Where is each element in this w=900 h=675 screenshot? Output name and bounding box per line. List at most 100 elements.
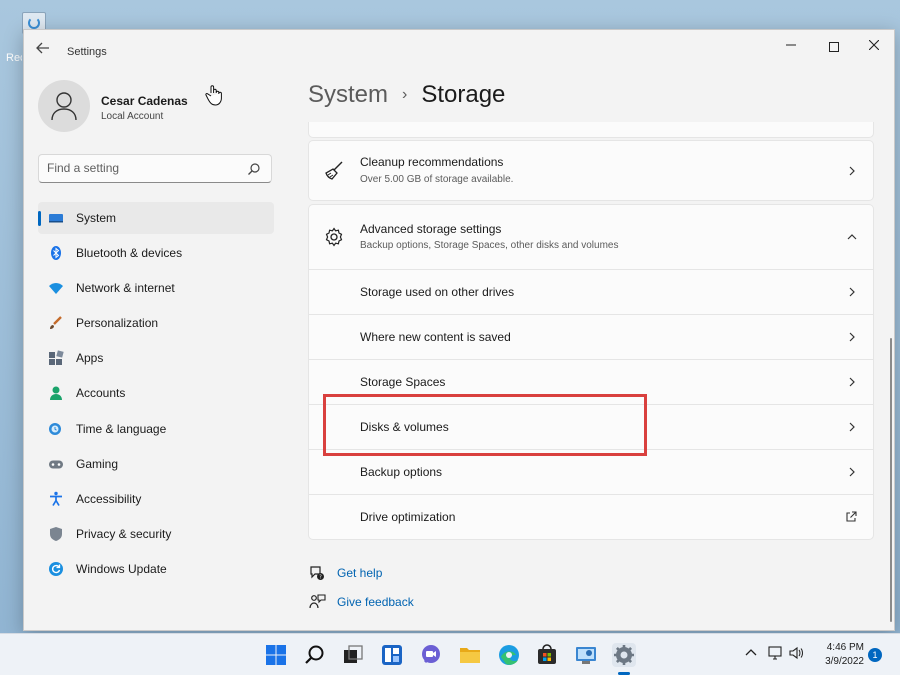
globe-clock-icon [49, 422, 61, 435]
sidebar-item-privacy[interactable]: Privacy & security [38, 518, 274, 550]
settings-window: Settings Cesar Cadenas Local Account Fin… [23, 29, 895, 631]
row-drive-optimization[interactable]: Drive optimization [308, 495, 874, 540]
monitor-icon [49, 214, 63, 223]
sidebar-item-label: Windows Update [76, 561, 167, 576]
row-label: Where new content is saved [360, 330, 511, 344]
cleanup-recommendations-card[interactable]: Cleanup recommendations Over 5.00 GB of … [308, 140, 874, 201]
network-icon[interactable] [768, 646, 782, 660]
sidebar-item-windows-update[interactable]: Windows Update [38, 553, 274, 585]
person-icon [50, 386, 62, 401]
title-bar: Settings [24, 30, 894, 62]
maximize-button[interactable] [820, 36, 848, 56]
recycle-bin-label: Rec [6, 52, 22, 64]
sidebar-item-accounts[interactable]: Accounts [38, 377, 274, 409]
task-view-icon[interactable] [341, 643, 365, 667]
chevron-right-icon [849, 422, 855, 432]
row-label: Backup options [360, 465, 443, 479]
get-help-text[interactable]: Get help [337, 566, 382, 580]
bluetooth-icon [51, 246, 61, 261]
chevron-right-icon [849, 166, 855, 176]
sidebar-item-personalization[interactable]: Personalization [38, 307, 274, 339]
row-backup-options[interactable]: Backup options [308, 450, 874, 495]
sidebar-item-label: Bluetooth & devices [76, 246, 183, 261]
hand-cursor-icon [205, 85, 222, 106]
start-icon[interactable] [264, 643, 288, 667]
profile-account-type: Local Account [101, 111, 164, 122]
advanced-storage-settings-card[interactable]: Advanced storage settings Backup options… [308, 204, 874, 270]
file-explorer-icon[interactable] [458, 643, 482, 667]
advanced-title: Advanced storage settings [360, 222, 502, 236]
breadcrumb: System › Storage [308, 81, 505, 109]
edge-icon[interactable] [497, 643, 521, 667]
profile-name: Cesar Cadenas [101, 94, 188, 108]
wifi-icon [49, 283, 63, 295]
sidebar-nav: System Bluetooth & devices Network & int… [38, 202, 274, 588]
breadcrumb-parent[interactable]: System [308, 81, 388, 108]
clock-time: 4:46 PM [826, 642, 864, 653]
search-input[interactable] [47, 161, 237, 175]
sidebar-item-bluetooth[interactable]: Bluetooth & devices [38, 237, 274, 269]
brush-icon [50, 316, 62, 330]
clock-date: 3/9/2022 [825, 656, 864, 667]
settings-icon[interactable] [612, 643, 636, 667]
sidebar-item-time-language[interactable]: Time & language [38, 413, 274, 445]
update-icon [49, 561, 63, 576]
accessibility-icon [50, 491, 62, 506]
back-button[interactable] [36, 42, 52, 56]
highlight-box-disks-volumes [323, 394, 647, 456]
search-icon[interactable] [303, 643, 327, 667]
row-label: Storage Spaces [360, 375, 446, 389]
maximize-icon [829, 41, 839, 52]
sidebar-item-gaming[interactable]: Gaming [38, 448, 274, 480]
widgets-icon[interactable] [380, 643, 404, 667]
back-arrow-icon [36, 42, 49, 54]
sidebar-item-label: Apps [76, 351, 104, 366]
row-label: Storage used on other drives [360, 285, 515, 299]
taskbar: 4:46 PM 3/9/2022 1 [0, 633, 900, 675]
row-storage-other-drives[interactable]: Storage used on other drives [308, 270, 874, 315]
clock[interactable]: 4:46 PM 3/9/2022 [812, 641, 864, 669]
gamepad-icon [49, 460, 63, 469]
chevron-right-icon [849, 377, 855, 387]
search-icon[interactable] [247, 162, 261, 176]
notification-badge[interactable]: 1 [868, 648, 882, 662]
row-where-new-content-saved[interactable]: Where new content is saved [308, 315, 874, 360]
sidebar-item-label: Accounts [76, 386, 126, 401]
close-button[interactable] [860, 36, 888, 56]
settings-search[interactable] [38, 154, 272, 183]
sidebar-item-label: Personalization [76, 316, 159, 331]
sidebar-item-label: Gaming [76, 456, 119, 471]
row-label: Drive optimization [360, 510, 456, 524]
sidebar-item-network[interactable]: Network & internet [38, 272, 274, 304]
scrollbar[interactable] [890, 338, 892, 622]
svg-text:?: ? [319, 575, 322, 581]
chevron-up-icon [847, 234, 857, 240]
feedback-icon [309, 594, 326, 609]
broom-icon [325, 161, 343, 180]
sidebar-item-system[interactable]: System [38, 202, 274, 234]
previous-setting-card[interactable] [308, 122, 874, 138]
volume-icon[interactable] [789, 646, 803, 660]
chevron-right-icon [849, 332, 855, 342]
minimize-icon [786, 44, 796, 46]
sidebar-item-accessibility[interactable]: Accessibility [38, 483, 274, 515]
advanced-subtitle: Backup options, Storage Spaces, other di… [360, 240, 619, 251]
chevron-right-icon [849, 287, 855, 297]
chevron-up-icon[interactable] [745, 646, 757, 658]
breadcrumb-separator: › [402, 86, 408, 103]
control-panel-icon[interactable] [574, 643, 598, 667]
sidebar-item-label: System [76, 211, 117, 225]
minimize-button[interactable] [777, 36, 805, 56]
cleanup-title: Cleanup recommendations [360, 155, 504, 169]
store-icon[interactable] [535, 643, 559, 667]
chat-icon[interactable] [419, 643, 443, 667]
give-feedback-text[interactable]: Give feedback [337, 595, 414, 609]
sidebar-item-label: Time & language [76, 421, 167, 436]
sidebar-item-label: Accessibility [76, 491, 142, 506]
sidebar-item-label: Network & internet [76, 281, 175, 296]
shield-icon [50, 526, 62, 541]
chevron-right-icon [849, 467, 855, 477]
window-title: Settings [67, 46, 107, 58]
sidebar-item-apps[interactable]: Apps [38, 342, 274, 374]
external-link-icon [846, 511, 857, 522]
